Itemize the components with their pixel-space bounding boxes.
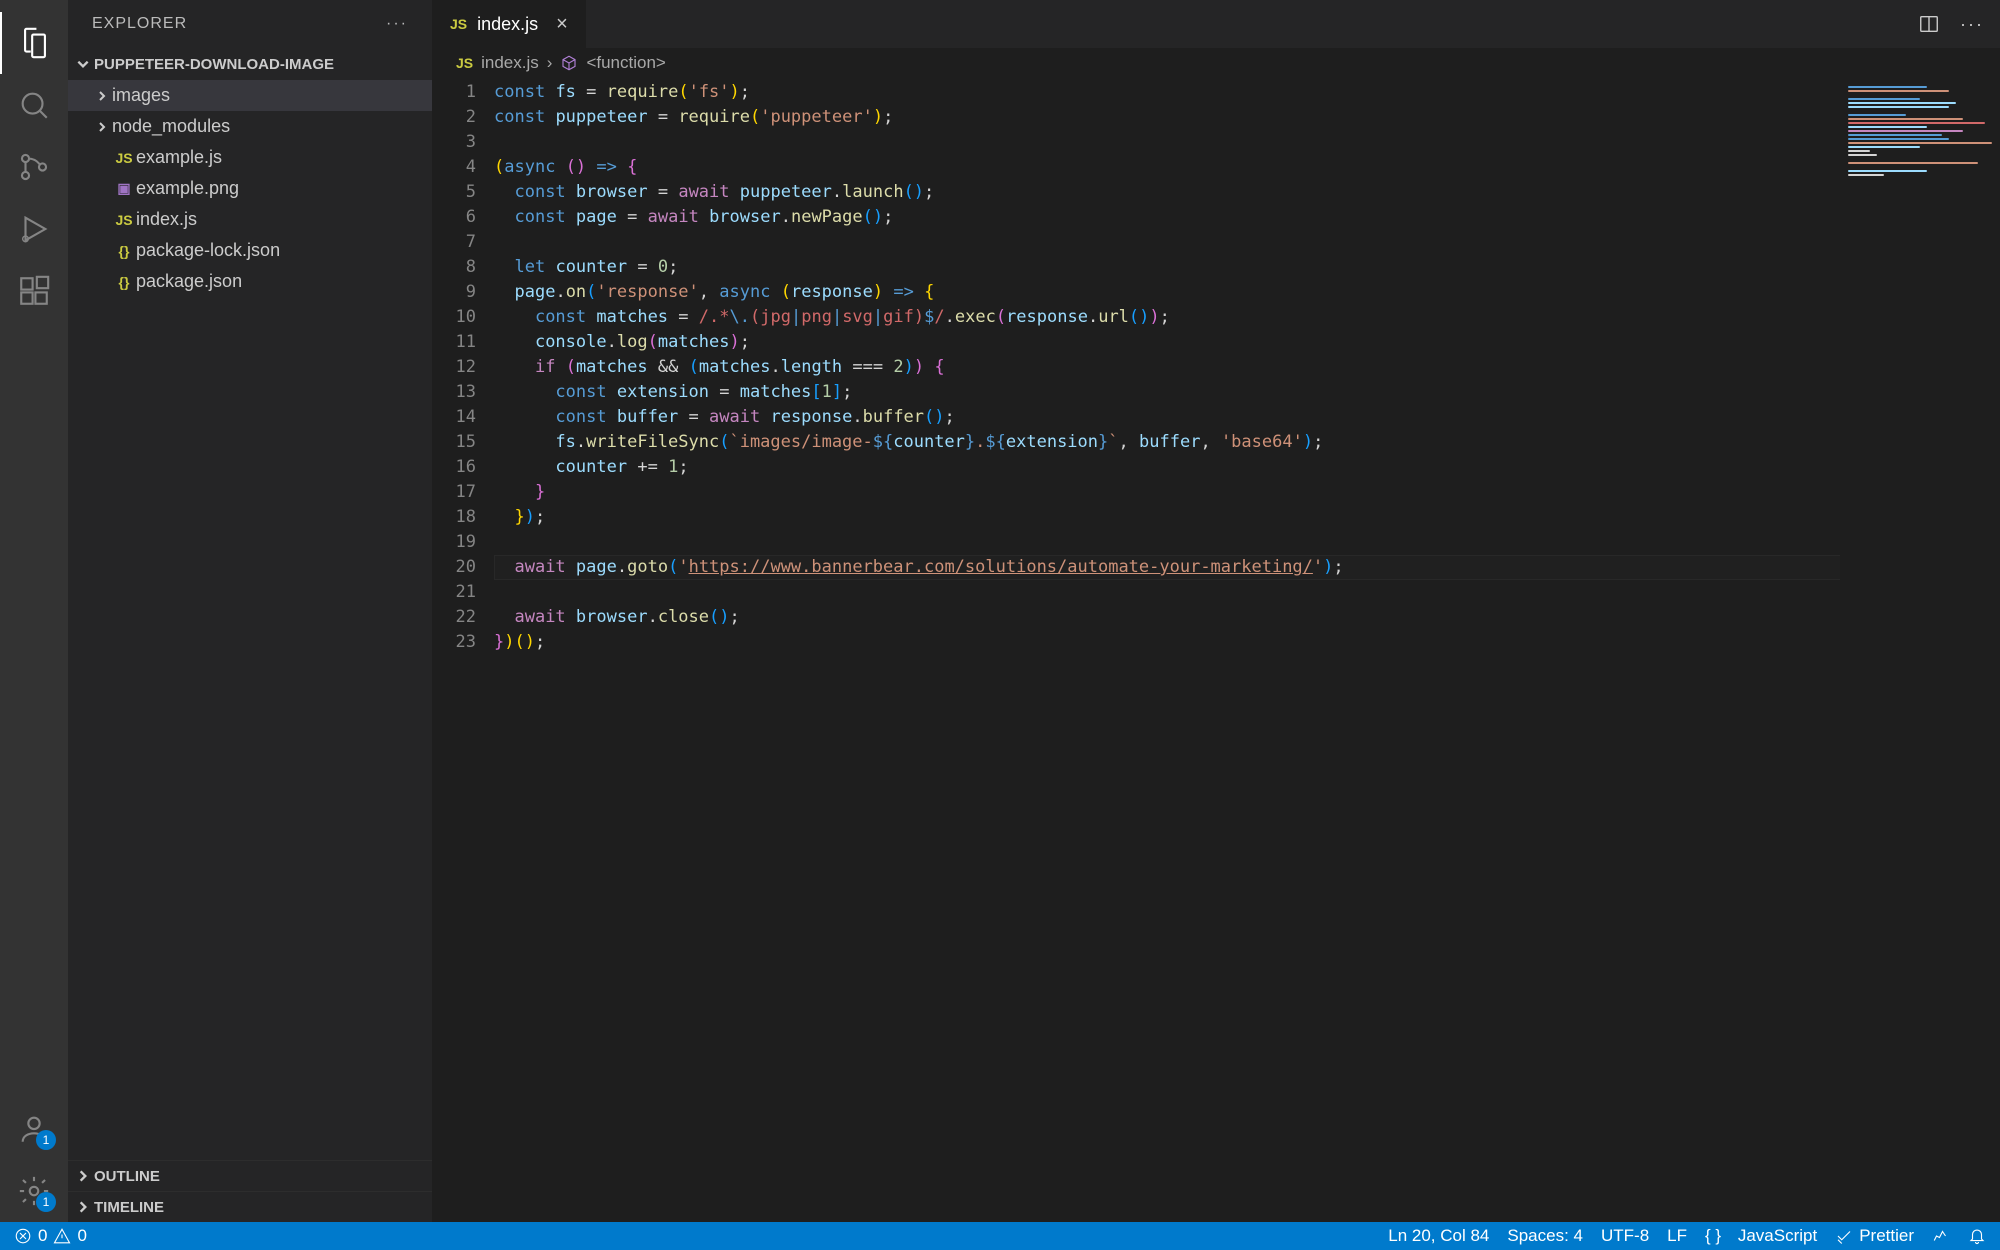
tab-index-js[interactable]: JS index.js × [432, 0, 586, 48]
tree-item-label: index.js [136, 209, 197, 230]
timeline-label: TIMELINE [94, 1199, 164, 1216]
timeline-panel[interactable]: TIMELINE [68, 1191, 432, 1222]
warning-icon [53, 1227, 71, 1245]
extensions-icon[interactable] [0, 260, 68, 322]
project-header[interactable]: PUPPETEER-DOWNLOAD-IMAGE [68, 48, 432, 80]
check-icon [1835, 1227, 1853, 1245]
tree-file-example-png[interactable]: ▣ example.png [68, 173, 432, 204]
account-badge: 1 [36, 1130, 56, 1150]
editor-tabs: JS index.js × ··· [432, 0, 2000, 48]
warning-count: 0 [77, 1226, 86, 1246]
status-errors[interactable]: 0 0 [14, 1226, 87, 1246]
line-numbers: 1234567891011121314151617181920212223 [432, 78, 494, 1222]
sidebar-title: EXPLORER [92, 15, 386, 33]
settings-badge: 1 [36, 1192, 56, 1212]
explorer-icon[interactable] [0, 12, 68, 74]
tree-file-package-lock[interactable]: {} package-lock.json [68, 235, 432, 266]
tree-item-label: example.png [136, 178, 239, 199]
editor-more-icon[interactable]: ··· [1960, 14, 1984, 35]
outline-panel[interactable]: OUTLINE [68, 1160, 432, 1191]
js-file-icon: JS [456, 55, 473, 71]
breadcrumb-file: index.js [481, 53, 539, 73]
outline-label: OUTLINE [94, 1168, 160, 1185]
close-tab-icon[interactable]: × [556, 13, 568, 36]
status-bell-icon[interactable] [1968, 1227, 1986, 1245]
function-icon [560, 54, 578, 72]
split-editor-icon[interactable] [1918, 13, 1940, 35]
minimap[interactable] [1840, 78, 2000, 1222]
json-file-icon: {} [112, 243, 136, 259]
sidebar-more-icon[interactable]: ··· [386, 15, 408, 33]
settings-gear-icon[interactable]: 1 [0, 1160, 68, 1222]
status-feedback-icon[interactable] [1932, 1227, 1950, 1245]
status-bar: 0 0 Ln 20, Col 84 Spaces: 4 UTF-8 LF { }… [0, 1222, 2000, 1250]
error-count: 0 [38, 1226, 47, 1246]
status-language[interactable]: { } JavaScript [1705, 1226, 1817, 1246]
account-icon[interactable]: 1 [0, 1098, 68, 1160]
tree-item-label: example.js [136, 147, 222, 168]
status-formatter[interactable]: Prettier [1835, 1226, 1914, 1246]
search-icon[interactable] [0, 74, 68, 136]
source-control-icon[interactable] [0, 136, 68, 198]
error-icon [14, 1227, 32, 1245]
status-ln-col[interactable]: Ln 20, Col 84 [1388, 1226, 1489, 1246]
editor-area: JS index.js × ··· JS index.js › <functio… [432, 0, 2000, 1222]
sidebar-header: EXPLORER ··· [68, 0, 432, 48]
tree-folder-images[interactable]: images [68, 80, 432, 111]
tree-file-package-json[interactable]: {} package.json [68, 266, 432, 297]
activity-bar: 1 1 [0, 0, 68, 1222]
sidebar: EXPLORER ··· PUPPETEER-DOWNLOAD-IMAGE im… [68, 0, 432, 1222]
chevron-right-icon [92, 90, 112, 102]
chevron-right-icon: › [547, 53, 553, 73]
code-editor[interactable]: 1234567891011121314151617181920212223 co… [432, 78, 2000, 1222]
tree-item-label: images [112, 85, 170, 106]
chevron-right-icon [92, 121, 112, 133]
tree-item-label: package-lock.json [136, 240, 280, 261]
tab-label: index.js [477, 14, 538, 35]
status-encoding[interactable]: UTF-8 [1601, 1226, 1649, 1246]
code-content[interactable]: const fs = require('fs');const puppeteer… [494, 78, 2000, 1222]
tree-file-example-js[interactable]: JS example.js [68, 142, 432, 173]
js-file-icon: JS [112, 212, 136, 228]
breadcrumb-symbol: <function> [586, 53, 665, 73]
tree-file-index-js[interactable]: JS index.js [68, 204, 432, 235]
json-file-icon: {} [112, 274, 136, 290]
status-eol[interactable]: LF [1667, 1226, 1687, 1246]
file-tree: images node_modules JS example.js ▣ exam… [68, 80, 432, 1160]
status-spaces[interactable]: Spaces: 4 [1507, 1226, 1583, 1246]
breadcrumb[interactable]: JS index.js › <function> [432, 48, 2000, 78]
js-file-icon: JS [112, 150, 136, 166]
tree-item-label: package.json [136, 271, 242, 292]
project-name: PUPPETEER-DOWNLOAD-IMAGE [94, 56, 334, 73]
run-debug-icon[interactable] [0, 198, 68, 260]
js-file-icon: JS [450, 16, 467, 32]
image-file-icon: ▣ [112, 180, 136, 197]
tree-item-label: node_modules [112, 116, 230, 137]
tree-folder-node-modules[interactable]: node_modules [68, 111, 432, 142]
